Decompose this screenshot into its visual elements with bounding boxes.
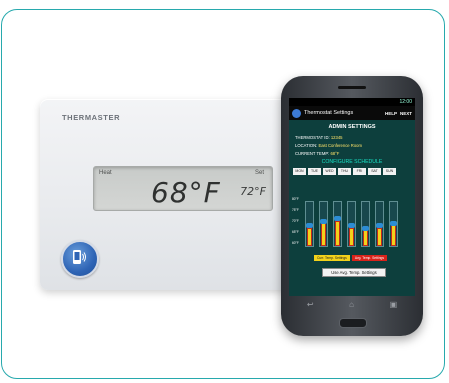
app-bar: Thermostat Settings HELP NEXT: [289, 106, 415, 120]
thermostat-id-row: THERMOSTAT ID: 12345: [295, 134, 415, 142]
avg-temp-marker: [320, 218, 327, 224]
y-tick-label: 70°F: [292, 219, 299, 223]
current-temp-bar: [307, 227, 312, 246]
schedule-column-wed[interactable]: [333, 201, 342, 247]
phone-home-button[interactable]: [339, 318, 367, 328]
use-avg-temp-button[interactable]: Use Avg. Temp. Settings: [322, 268, 386, 277]
day-tab-mon[interactable]: MON: [293, 168, 306, 175]
chart-legend: Curr. Temp. Settings Avg. Temp. Settings: [314, 255, 388, 261]
schedule-column-sat[interactable]: [375, 201, 384, 247]
thermostat-id-value: 12345: [330, 135, 343, 140]
day-tabs: MON TUE WED THU FRI SAT SUN: [293, 168, 415, 175]
schedule-column-thu[interactable]: [347, 201, 356, 247]
recent-apps-icon[interactable]: ▣: [390, 300, 398, 309]
thermostat-brand: THERMASTER: [62, 113, 121, 122]
avg-temp-marker: [306, 223, 313, 229]
legend-current-temp: Curr. Temp. Settings: [314, 255, 350, 261]
location-row: LOCATION: East Conference Room: [295, 142, 415, 150]
day-tab-fri[interactable]: FRI: [353, 168, 366, 175]
schedule-column-tue[interactable]: [319, 201, 328, 247]
admin-info: THERMOSTAT ID: 12345 LOCATION: East Conf…: [295, 134, 415, 158]
status-bar: 12:00: [289, 98, 415, 106]
smartphone: 12:00 Thermostat Settings HELP NEXT ADMI…: [281, 76, 423, 336]
schedule-column-mon[interactable]: [305, 201, 314, 247]
thermostat-id-label: THERMOSTAT ID:: [295, 135, 330, 140]
current-temp-bar: [391, 225, 396, 246]
y-tick-label: 65°F: [292, 230, 299, 234]
current-temp-bar: [335, 220, 340, 246]
current-temp-row: CURRENT TEMP: 68°F: [295, 150, 415, 158]
schedule-column-sun[interactable]: [389, 201, 398, 247]
y-tick-label: 75°F: [292, 208, 299, 212]
legend-avg-temp: Avg. Temp. Settings: [351, 255, 388, 261]
phone-nav-bar: ↩ ⌂ ▣: [289, 296, 415, 312]
home-icon[interactable]: ⌂: [349, 300, 354, 309]
schedule-column-fri[interactable]: [361, 201, 370, 247]
current-temp-bar: [377, 227, 382, 246]
next-button[interactable]: NEXT: [400, 111, 412, 116]
day-tab-thu[interactable]: THU: [338, 168, 351, 175]
thermostat-device: THERMASTER Heat Set 68°F 72°F: [40, 99, 320, 290]
current-temp-value: 68°F: [330, 151, 340, 156]
help-button[interactable]: HELP: [385, 111, 397, 116]
set-temperature: 72°F: [240, 185, 266, 198]
thermostat-display: Heat Set 68°F 72°F: [93, 166, 273, 211]
phone-screen: 12:00 Thermostat Settings HELP NEXT ADMI…: [289, 98, 415, 296]
phone-tap-icon[interactable]: [61, 240, 99, 278]
avg-temp-marker: [362, 225, 369, 231]
avg-temp-marker: [348, 223, 355, 229]
current-temp-label: CURRENT TEMP:: [295, 151, 330, 156]
current-temp-bar: [349, 227, 354, 246]
schedule-title: CONFIGURE SCHEDULE: [321, 159, 383, 165]
app-title: Thermostat Settings: [304, 110, 354, 116]
location-value: East Conference Room: [318, 143, 362, 148]
app-logo-icon: [292, 108, 301, 118]
location-label: LOCATION:: [295, 143, 318, 148]
mode-label: Heat: [99, 170, 112, 176]
set-label: Set: [254, 170, 264, 176]
y-tick-label: 60°F: [292, 241, 299, 245]
day-tab-tue[interactable]: TUE: [308, 168, 321, 175]
admin-settings-title: ADMIN SETTINGS: [328, 124, 376, 130]
avg-temp-marker: [390, 221, 397, 226]
y-tick-label: 80°F: [292, 197, 299, 201]
content-frame: THERMASTER Heat Set 68°F 72°F 12:00 Ther…: [1, 9, 445, 379]
current-temp-bar: [321, 223, 326, 246]
current-temperature: 68°F: [151, 176, 221, 209]
schedule-chart: 80°F 75°F 70°F 65°F 60°F: [292, 197, 409, 247]
day-tab-sat[interactable]: SAT: [368, 168, 381, 175]
day-tab-sun[interactable]: SUN: [383, 168, 396, 175]
avg-temp-marker: [334, 216, 341, 222]
avg-temp-marker: [376, 223, 383, 229]
day-tab-wed[interactable]: WED: [323, 168, 336, 175]
phone-speaker: [338, 86, 366, 89]
back-icon[interactable]: ↩: [307, 300, 314, 309]
